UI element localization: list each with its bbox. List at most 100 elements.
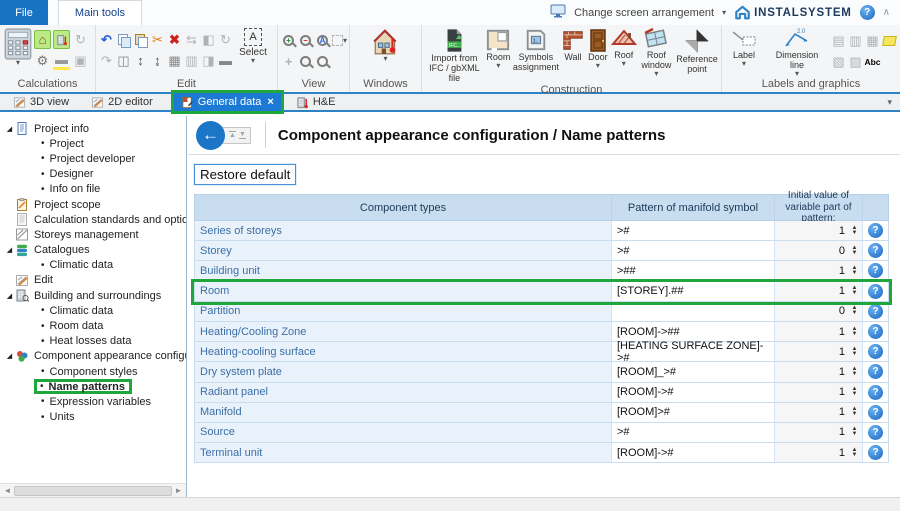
pattern-cell[interactable]: [ROOM]-># [611, 383, 774, 402]
pattern-cell[interactable]: [ROOM]->## [611, 322, 774, 341]
spinner-down-icon[interactable]: ▼ [852, 392, 858, 397]
initial-value[interactable]: 1 [839, 326, 845, 338]
pattern-cell[interactable]: ># [611, 423, 774, 442]
spinner-down-icon[interactable]: ▼ [852, 432, 858, 437]
tab-main-tools[interactable]: Main tools [58, 0, 142, 25]
initial-value-cell[interactable]: 0▲▼ [774, 241, 862, 260]
close-icon[interactable]: × [267, 96, 273, 108]
cut-icon[interactable]: ✂ [149, 30, 166, 49]
chevron-down-icon[interactable]: ▾ [383, 56, 387, 62]
undo-icon[interactable]: ↶ [98, 30, 115, 49]
select-button[interactable]: A Select ▾ [234, 27, 272, 64]
import-ifc-button[interactable]: IFC.. Import from IFC / gbXML file [424, 27, 485, 84]
table-row-partition[interactable]: Partition0▲▼? [194, 302, 889, 322]
ruler-icon[interactable]: ▬ [217, 51, 234, 70]
component-type-cell[interactable]: Partition [195, 302, 611, 321]
help-icon[interactable]: ? [868, 243, 883, 258]
initial-value-cell[interactable]: 1▲▼ [774, 403, 862, 422]
pattern-cell[interactable]: ># [611, 241, 774, 260]
value-spinner[interactable]: ▲▼ [850, 226, 859, 236]
roof-button[interactable]: Roof ▾ [610, 27, 638, 67]
spinner-down-icon[interactable]: ▼ [852, 311, 858, 316]
change-screen-arrangement[interactable]: Change screen arrangement [574, 7, 714, 19]
help-icon[interactable]: ? [860, 5, 875, 20]
expander-icon[interactable]: ◢ [4, 246, 15, 254]
building-structure-icon[interactable]: ⌂ [34, 30, 51, 49]
zoom-out-icon[interactable]: − [297, 31, 314, 50]
spinner-down-icon[interactable]: ▼ [852, 332, 858, 337]
spinner-down-icon[interactable]: ▼ [852, 251, 858, 256]
zoom-previous-icon[interactable] [297, 52, 314, 71]
value-spinner[interactable]: ▲▼ [850, 347, 859, 357]
chevron-down-icon[interactable]: ▾ [742, 61, 746, 67]
zoom-in-icon[interactable]: + [280, 31, 297, 50]
tree-item-component-appearance-configura[interactable]: ◢Component appearance configura [0, 349, 186, 364]
tab-3d-view[interactable]: 3D view [6, 93, 76, 111]
back-button[interactable]: ← [196, 121, 225, 150]
initial-value[interactable]: 0 [839, 245, 845, 257]
initial-value[interactable]: 1 [839, 447, 845, 459]
value-spinner[interactable]: ▲▼ [850, 367, 859, 377]
initial-value[interactable]: 1 [839, 265, 845, 277]
chevron-down-icon[interactable]: ▾ [654, 71, 658, 77]
initial-value[interactable]: 1 [839, 285, 845, 297]
initial-value-cell[interactable]: 1▲▼ [774, 423, 862, 442]
initial-value-cell[interactable]: 1 ▲▼ [774, 443, 862, 462]
tree-item-calculation-standards-and-options[interactable]: Calculation standards and options [0, 212, 186, 227]
tree-item-heat-losses-data[interactable]: •Heat losses data [0, 334, 186, 349]
value-spinner[interactable]: ▲▼ [850, 448, 859, 458]
initial-value-cell[interactable]: 1▲▼ [774, 261, 862, 280]
table-row-source[interactable]: Source>#1▲▼? [194, 423, 889, 443]
delete-icon[interactable]: ✖ [166, 30, 183, 49]
pages-icon[interactable]: ◫ [115, 51, 132, 70]
initial-value-cell[interactable]: 1▲▼ [774, 221, 862, 240]
text-abc-icon[interactable]: Abc [864, 52, 881, 71]
collapse-ribbon-icon[interactable]: ∧ [883, 7, 890, 18]
initial-value-cell[interactable]: 1▲▼ [774, 342, 862, 361]
spinner-down-icon[interactable]: ▼ [852, 231, 858, 236]
table-row-heating-cooling-surface[interactable]: Heating-cooling surface[HEATING SURFACE … [194, 342, 889, 362]
initial-value-cell[interactable]: 1▲▼ [774, 322, 862, 341]
tree-item-project[interactable]: •Project [0, 136, 186, 151]
chevron-down-icon[interactable]: ▾ [16, 60, 20, 66]
heat-load-icon[interactable] [53, 30, 70, 49]
initial-value[interactable]: 1 [839, 386, 845, 398]
initial-value-cell[interactable]: 1▲▼ [774, 362, 862, 381]
windows-button[interactable]: ▾ [371, 27, 401, 62]
align-vertical-icon[interactable]: ↕ [132, 51, 149, 70]
component-type-cell[interactable]: Series of storeys [195, 221, 611, 240]
help-icon[interactable]: ? [868, 364, 883, 379]
roof-window-button[interactable]: Roof window ▾ [638, 27, 675, 77]
value-spinner[interactable]: ▲▼ [850, 387, 859, 397]
table-row-radiant-panel[interactable]: Radiant panel[ROOM]->#1▲▼? [194, 383, 889, 403]
label-button[interactable]: Label ▾ [724, 27, 764, 67]
scrollbar-thumb[interactable] [14, 486, 172, 496]
tree-item-climatic-data[interactable]: •Climatic data [0, 258, 186, 273]
pattern-cell[interactable]: [HEATING SURFACE ZONE]-># [611, 342, 774, 361]
pattern-cell[interactable]: ># [611, 221, 774, 240]
sidebar-horizontal-scrollbar[interactable]: ◄ ► [0, 483, 186, 497]
help-icon[interactable]: ? [868, 445, 883, 460]
initial-value-cell[interactable]: 0▲▼ [774, 302, 862, 321]
tab-overflow-icon[interactable]: ▾ [887, 97, 892, 108]
spinner-down-icon[interactable]: ▼ [852, 291, 858, 296]
dimension-line-button[interactable]: 2.0 Dimension line ▾ [768, 27, 826, 77]
tree-item-units[interactable]: •Units [0, 410, 186, 425]
help-icon[interactable]: ? [868, 385, 883, 400]
tab-file[interactable]: File [0, 0, 48, 25]
help-icon[interactable]: ? [868, 344, 883, 359]
scroll-right-icon[interactable]: ► [172, 486, 185, 495]
spinner-down-icon[interactable]: ▼ [852, 352, 858, 357]
table-row-heating-cooling-zone[interactable]: Heating/Cooling Zone[ROOM]->##1▲▼? [194, 322, 889, 342]
component-type-cell[interactable]: Heating/Cooling Zone [195, 322, 611, 341]
pipe-sizing-icon[interactable]: ▬ [53, 51, 70, 70]
tree-item-designer[interactable]: •Designer [0, 167, 186, 182]
pattern-cell[interactable]: >## [611, 261, 774, 280]
tree-item-edit[interactable]: Edit [0, 273, 186, 288]
zoom-window-icon[interactable] [314, 52, 331, 71]
table-row-room[interactable]: Room[STOREY].##1▲▼? [194, 282, 889, 302]
expander-icon[interactable]: ◢ [4, 352, 15, 360]
component-type-cell[interactable]: Heating-cooling surface [195, 342, 611, 361]
tree-item-name-patterns[interactable]: •Name patterns [0, 379, 186, 394]
table-row-manifold[interactable]: Manifold[ROOM]>#1▲▼? [194, 403, 889, 423]
